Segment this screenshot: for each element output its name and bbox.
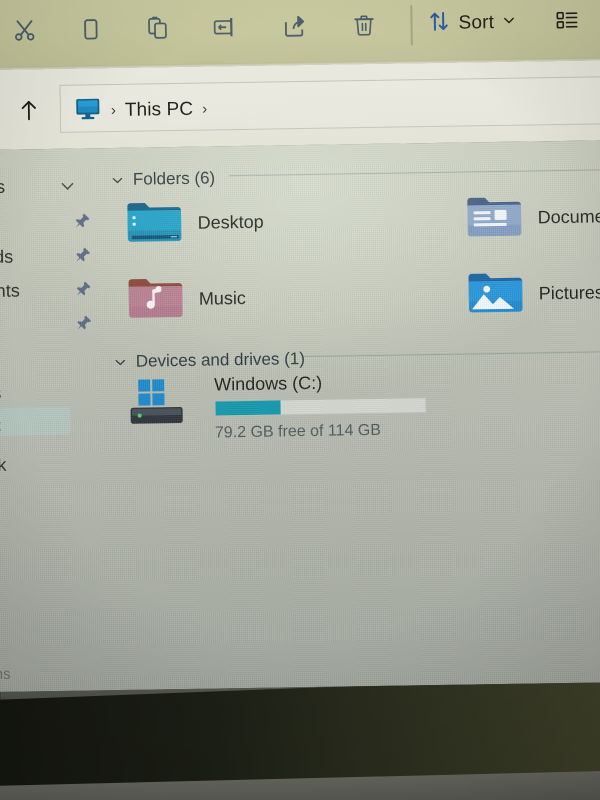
sidebar-item-music[interactable]: sic bbox=[0, 342, 108, 374]
sidebar-item-label: uments bbox=[0, 280, 20, 301]
breadcrumb-separator-1: › bbox=[110, 101, 117, 120]
windows-drive-icon bbox=[128, 377, 195, 435]
sidebar-item-quick-access[interactable]: ccess bbox=[0, 170, 105, 202]
status-bar-text: items bbox=[0, 665, 11, 684]
toolbar-divider bbox=[410, 5, 413, 46]
item-label-music: Music bbox=[198, 287, 247, 309]
folder-desktop-icon bbox=[125, 197, 184, 251]
item-label-documents: Docume bbox=[537, 206, 600, 228]
group-rule-devices bbox=[303, 351, 600, 358]
sidebar-item-label: nloads bbox=[0, 246, 14, 267]
folder-music-icon bbox=[126, 273, 185, 327]
share-button[interactable] bbox=[272, 5, 317, 48]
chevron-down-icon[interactable] bbox=[114, 355, 127, 368]
sidebar-item-downloads[interactable]: nloads bbox=[0, 240, 106, 272]
item-music[interactable]: Music bbox=[126, 272, 246, 327]
sidebar-item-videos[interactable]: deos bbox=[0, 376, 109, 408]
sidebar-item-this-pc[interactable]: s PC bbox=[0, 406, 109, 442]
group-header-devices[interactable]: Devices and drives (1) bbox=[114, 349, 305, 372]
explorer-body: ccess op nloads bbox=[0, 140, 600, 692]
sidebar-item-desktop[interactable]: op bbox=[0, 206, 106, 238]
group-rule-folders bbox=[228, 169, 600, 177]
up-button[interactable] bbox=[12, 95, 47, 130]
pin-icon[interactable] bbox=[73, 212, 90, 235]
group-title-devices: Devices and drives (1) bbox=[135, 349, 306, 371]
folder-documents-icon bbox=[465, 192, 524, 246]
sidebar-item-network[interactable]: twork bbox=[0, 448, 110, 480]
chevron-down-icon[interactable] bbox=[111, 173, 124, 186]
file-list-pane[interactable]: Folders (6) Desktop Docume Music Picture… bbox=[106, 140, 600, 690]
item-label-pictures: Pictures bbox=[538, 282, 600, 304]
folder-pictures-icon bbox=[466, 268, 525, 322]
item-pictures[interactable]: Pictures bbox=[466, 266, 600, 321]
sidebar-item-label: deos bbox=[0, 382, 2, 404]
drive-capacity-fill bbox=[215, 400, 281, 416]
photo-of-laptop-screen: Sort › This PC › ccess nloads uments two… bbox=[0, 0, 600, 800]
item-desktop[interactable]: Desktop bbox=[125, 196, 264, 251]
group-title-folders: Folders (6) bbox=[132, 168, 216, 189]
sidebar-item-pictures[interactable]: ures bbox=[0, 308, 107, 340]
sort-arrows-icon bbox=[426, 9, 451, 39]
paste-button[interactable] bbox=[135, 7, 180, 50]
navigation-pane: ccess op nloads bbox=[0, 148, 115, 692]
sort-button[interactable]: Sort bbox=[426, 2, 516, 45]
breadcrumb-item-this-pc[interactable]: This PC bbox=[125, 98, 194, 121]
drive-capacity-bar bbox=[214, 397, 427, 417]
address-bar: › This PC › bbox=[0, 60, 600, 150]
sidebar-item-documents[interactable]: uments bbox=[0, 274, 107, 306]
drive-label-windows-c: Windows (C:) bbox=[214, 372, 323, 395]
item-label-desktop: Desktop bbox=[197, 211, 264, 233]
view-options-button[interactable] bbox=[546, 1, 587, 44]
group-header-folders[interactable]: Folders (6) bbox=[111, 168, 215, 190]
command-bar: Sort bbox=[0, 0, 600, 70]
sidebar-item-label: twork bbox=[0, 454, 7, 475]
chevron-down-icon bbox=[501, 13, 516, 33]
pin-icon[interactable] bbox=[75, 280, 92, 303]
delete-button[interactable] bbox=[341, 4, 386, 47]
sort-label: Sort bbox=[458, 12, 495, 34]
file-explorer-window: Sort › This PC › ccess nloads uments two… bbox=[0, 0, 600, 692]
sidebar-selection-highlight bbox=[0, 406, 71, 437]
pin-icon[interactable] bbox=[75, 314, 92, 337]
sidebar-item-label: ccess bbox=[0, 176, 6, 197]
chevron-down-icon[interactable] bbox=[59, 179, 76, 199]
rename-button[interactable] bbox=[202, 6, 247, 49]
item-documents[interactable]: Docume bbox=[465, 190, 600, 245]
pin-icon[interactable] bbox=[74, 246, 91, 269]
drive-capacity-text: 79.2 GB free of 114 GB bbox=[214, 421, 382, 442]
this-pc-monitor-icon[interactable] bbox=[74, 96, 102, 125]
up-arrow-icon bbox=[17, 97, 41, 128]
breadcrumb-separator-2[interactable]: › bbox=[202, 101, 207, 118]
breadcrumb: › This PC › bbox=[74, 95, 208, 126]
cut-button[interactable] bbox=[2, 9, 47, 52]
view-list-icon bbox=[554, 8, 579, 35]
copy-button[interactable] bbox=[68, 8, 113, 51]
